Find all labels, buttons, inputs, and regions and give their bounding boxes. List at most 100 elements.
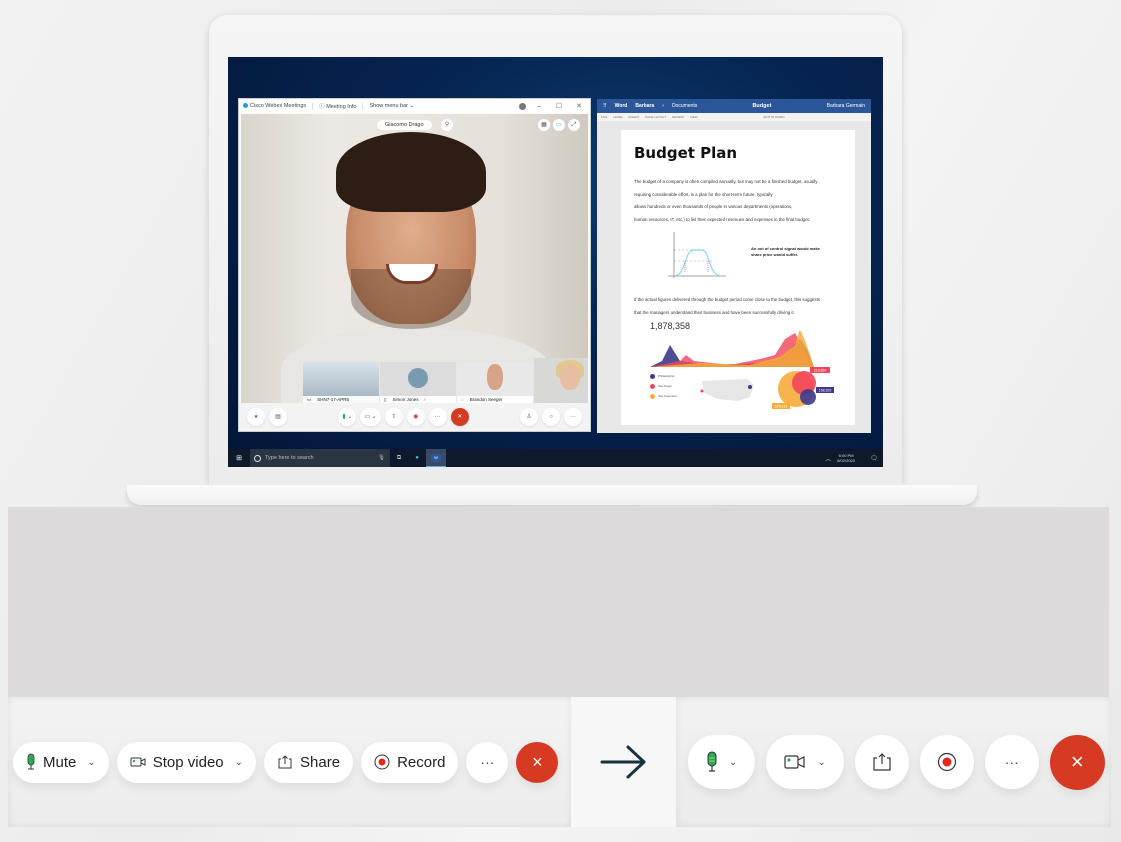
breadcrumb-owner[interactable]: Barbara: [635, 103, 654, 109]
camera-icon: ▭: [364, 414, 370, 420]
end-meeting-button[interactable]: ×: [1049, 734, 1105, 790]
assistant-icon: ●: [254, 414, 258, 420]
word-window: ⠿ Word Barbara › Documents Budget Barbar…: [597, 99, 871, 433]
help-icon[interactable]: [519, 102, 526, 110]
stop-video-button[interactable]: Stop video ⌄: [116, 741, 257, 783]
ribbon-edit-in-word[interactable]: EDIT IN WORD: [764, 115, 785, 119]
mini-share-button[interactable]: ⇧: [384, 408, 403, 426]
placeholder-band: [8, 507, 1109, 697]
mute-button[interactable]: ⌄: [688, 735, 756, 789]
task-view-icon[interactable]: ⧉: [390, 455, 408, 462]
ribbon-tab-file[interactable]: FILE: [601, 115, 607, 119]
ribbon-tab-home[interactable]: HOME: [613, 115, 622, 119]
microphone-icon[interactable]: 🎙: [378, 455, 385, 461]
panel-more-button[interactable]: ···: [564, 408, 583, 426]
document-page[interactable]: Budget Plan The budget of a company is o…: [621, 130, 855, 425]
ribbon-tab-review[interactable]: REVIEW: [672, 115, 684, 119]
windows-start-icon[interactable]: ⊞: [228, 454, 250, 462]
chevron-down-icon[interactable]: ⌄: [729, 757, 737, 768]
assistant-button[interactable]: ●: [247, 408, 265, 426]
taskbar-clock[interactable]: 6:00 PM 6/02/2020: [837, 453, 855, 463]
bell-curve-chart: [668, 232, 726, 278]
participant-thumbnail[interactable]: ▭ SHN7-17-APR5: [303, 362, 379, 404]
tray-chevron-icon[interactable]: ︿: [819, 454, 837, 463]
ribbon-tab-view[interactable]: VIEW: [690, 115, 698, 119]
mini-record-button[interactable]: ◉: [406, 408, 425, 426]
document-paragraph-2: If the actual figures delivered through …: [634, 297, 820, 315]
meeting-info-button[interactable]: ⓘ Meeting Info: [319, 102, 356, 110]
ribbon-tab-page-layout[interactable]: PAGE LAYOUT: [645, 115, 666, 119]
webex-titlebar: Cisco Webex Meetings ⓘ Meeting Info Show…: [239, 99, 590, 113]
chat-button[interactable]: ○: [542, 408, 561, 426]
bubble-purple: [800, 389, 816, 405]
webex-taskbar-icon[interactable]: ●: [408, 455, 426, 461]
document-title: Budget Plan: [634, 144, 738, 162]
ribbon-tab-insert[interactable]: INSERT: [628, 115, 639, 119]
grid-view-icon[interactable]: ▦: [538, 119, 550, 131]
mini-more-button[interactable]: ···: [428, 408, 447, 426]
record-icon: [374, 754, 390, 770]
share-icon: [873, 753, 891, 771]
new-toolbar: ⌄ ⌄ ··· ×: [676, 697, 1111, 827]
maximize-button[interactable]: ☐: [552, 102, 566, 110]
chevron-down-icon[interactable]: ⌄: [87, 757, 95, 768]
share-button[interactable]: [854, 735, 909, 789]
video-button[interactable]: ⌄: [766, 735, 844, 789]
more-options-button[interactable]: ···: [466, 741, 509, 783]
stat-value: 1,878,358: [650, 321, 691, 331]
bubble-chart: 313,859 158,329 526,118: [772, 367, 834, 409]
close-icon: ×: [1070, 749, 1084, 774]
webex-control-bar: ● ▤ ▮ ⌄ ▭ ⌄ ⇧ ◉ ··· ✕ ♙ ○ ···: [239, 403, 590, 431]
mini-end-button[interactable]: ✕: [450, 408, 469, 426]
bubble-label-yellow: 526,118: [775, 405, 787, 409]
webex-logo-icon: [243, 103, 248, 109]
notifications-icon[interactable]: 🗨: [865, 455, 883, 462]
fullscreen-icon[interactable]: ⤢: [568, 119, 580, 131]
share-button[interactable]: Share: [264, 741, 354, 783]
more-icon: ···: [1004, 754, 1019, 770]
record-icon: ◉: [413, 414, 419, 420]
record-button[interactable]: Record: [361, 741, 459, 783]
mini-mute-button[interactable]: ▮ ⌄: [338, 408, 357, 426]
word-app-name: Word: [614, 103, 628, 109]
participant-thumbnail[interactable]: ▯ Simon Jones ⁄: [380, 362, 456, 404]
avatar: [560, 364, 580, 390]
share-icon: [278, 755, 292, 769]
breadcrumb-folder[interactable]: Documents: [672, 103, 697, 109]
participants-icon: ♙: [526, 414, 532, 420]
participant-thumbnail[interactable]: ◌ Brandon Seeger: [457, 362, 533, 404]
legend-item: Philadelphia: [650, 371, 677, 381]
record-button[interactable]: [919, 735, 974, 789]
microphone-icon: ▮: [342, 414, 346, 420]
webex-window: Cisco Webex Meetings ⓘ Meeting Info Show…: [238, 98, 591, 432]
app-launcher-icon[interactable]: ⠿: [603, 103, 607, 109]
captions-button[interactable]: ▤: [269, 408, 287, 426]
avatar: [487, 364, 503, 390]
chevron-down-icon[interactable]: ⌄: [817, 757, 825, 768]
user-name[interactable]: Barbara Germain: [827, 103, 865, 109]
close-icon: ×: [532, 751, 543, 772]
end-meeting-button[interactable]: ×: [516, 741, 559, 783]
mute-button[interactable]: Mute ⌄: [13, 741, 109, 783]
word-taskbar-icon[interactable]: W: [426, 449, 446, 467]
self-view-thumbnail[interactable]: [534, 358, 588, 404]
more-icon: ···: [480, 754, 495, 770]
show-menu-bar-button[interactable]: Show menu bar ⌄: [369, 103, 414, 109]
bubble-label-purple: 158,329: [819, 389, 832, 393]
taskbar-search[interactable]: Type here to search 🎙: [250, 449, 390, 467]
breadcrumb-separator: ›: [662, 103, 664, 109]
participants-button[interactable]: ♙: [520, 408, 539, 426]
microphone-icon: [707, 751, 717, 772]
close-window-button[interactable]: ✕: [572, 102, 586, 110]
mini-video-button[interactable]: ▭ ⌄: [360, 408, 381, 426]
cortana-icon: [254, 454, 261, 462]
more-options-button[interactable]: ···: [984, 735, 1039, 789]
chevron-down-icon[interactable]: ⌄: [235, 757, 243, 768]
pin-icon[interactable]: ⚲: [441, 119, 453, 131]
document-name: Budget: [752, 103, 772, 109]
us-map: [700, 379, 754, 401]
laptop-base: [127, 485, 977, 505]
stage-view-icon[interactable]: ▭: [553, 119, 565, 131]
minimize-button[interactable]: –: [532, 103, 546, 110]
pull-quote: An out of control signal would make shar…: [751, 246, 820, 257]
